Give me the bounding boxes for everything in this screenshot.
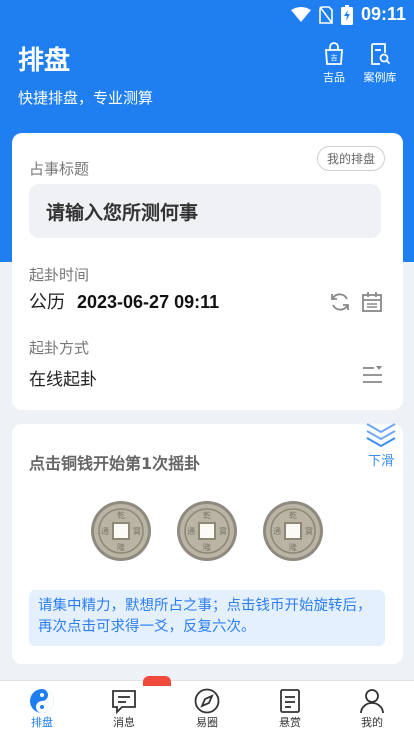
case-library-label: 案例库 xyxy=(363,71,397,84)
battery-charging-icon xyxy=(340,4,353,25)
svg-text:隆: 隆 xyxy=(117,542,125,552)
calendar-type[interactable]: 公历 xyxy=(29,288,65,314)
case-search-icon xyxy=(371,43,391,65)
shop-button[interactable]: 吉 吉品 xyxy=(314,42,354,85)
method-value[interactable]: 在线起卦 xyxy=(29,365,97,390)
message-icon xyxy=(112,690,136,714)
subject-input[interactable]: 请输入您所测何事 xyxy=(29,184,381,238)
clock: 09:11 xyxy=(360,4,406,24)
status-bar: 09:11 xyxy=(0,0,414,30)
tab-circle[interactable]: 易圈 xyxy=(177,688,237,730)
coin-2[interactable]: 乾隆通 寶 xyxy=(176,500,238,562)
svg-text:乾: 乾 xyxy=(203,510,211,520)
svg-text:乾: 乾 xyxy=(117,510,125,520)
scroll-down-label: 下滑 xyxy=(367,454,394,469)
tab-messages[interactable]: 消息 xyxy=(94,688,154,730)
method-label: 起卦方式 xyxy=(29,339,90,357)
calendar-icon[interactable] xyxy=(361,291,383,313)
tab-bounty-label: 悬赏 xyxy=(279,716,301,729)
coin-shake-card: 点击铜钱开始第1次摇卦 下滑 乾隆通寶 乾隆通寶 乾隆通寶 请集中精力，默想所占… xyxy=(12,423,403,664)
svg-text:寶: 寶 xyxy=(133,526,141,536)
shake-title: 点击铜钱开始第1次摇卦 xyxy=(29,454,201,473)
tab-paipan[interactable]: 排盘 xyxy=(12,688,72,730)
page-title: 排盘 xyxy=(18,46,71,76)
svg-text:隆: 隆 xyxy=(203,542,211,552)
tab-paipan-label: 排盘 xyxy=(31,716,53,729)
instruction-tip: 请集中精力，默想所占之事；点击钱币开始旋转后，再次点击可求得一爻，反复六次。 xyxy=(29,590,385,646)
shop-button-label: 吉品 xyxy=(323,71,345,84)
svg-text:吉: 吉 xyxy=(331,54,338,62)
tab-messages-label: 消息 xyxy=(113,716,135,729)
no-sim-icon xyxy=(319,5,333,24)
svg-text:寶: 寶 xyxy=(219,526,227,536)
svg-text:隆: 隆 xyxy=(289,542,297,552)
svg-text:通: 通 xyxy=(273,526,281,536)
svg-text:通: 通 xyxy=(101,526,109,536)
divination-form-card: 我的排盘 占事标题 请输入您所测何事 起卦时间 公历 2023-06-27 09… xyxy=(12,133,403,410)
yin-yang-icon xyxy=(30,689,54,713)
compass-icon xyxy=(194,688,220,714)
tab-bounty[interactable]: 悬赏 xyxy=(260,688,320,730)
tab-profile-label: 我的 xyxy=(361,716,383,729)
my-charts-button[interactable]: 我的排盘 xyxy=(316,146,385,171)
time-label: 起卦时间 xyxy=(29,266,90,284)
page-subtitle: 快捷排盘，专业测算 xyxy=(18,89,154,107)
tab-profile[interactable]: 我的 xyxy=(342,688,402,730)
user-icon xyxy=(360,689,384,714)
wifi-icon xyxy=(290,6,311,22)
scroll-down-hint[interactable]: 下滑 xyxy=(361,420,401,469)
svg-text:寶: 寶 xyxy=(305,526,313,536)
method-dropdown-icon[interactable] xyxy=(362,365,384,385)
refresh-icon[interactable] xyxy=(329,291,351,313)
svg-text:乾: 乾 xyxy=(289,510,297,520)
shopping-bag-icon: 吉 xyxy=(325,42,343,65)
subject-label: 占事标题 xyxy=(29,160,90,178)
bottom-tab-bar: 排盘 消息 易圈 悬赏 我的 xyxy=(0,676,414,737)
case-library-button[interactable]: 案例库 xyxy=(360,42,400,85)
svg-text:通: 通 xyxy=(187,526,195,536)
coin-1[interactable]: 乾隆通 寶 xyxy=(90,500,152,562)
datetime-value[interactable]: 2023-06-27 09:11 xyxy=(77,292,219,313)
tab-circle-label: 易圈 xyxy=(196,716,218,729)
message-badge xyxy=(143,676,171,686)
double-chevron-down-icon xyxy=(366,423,396,448)
document-icon xyxy=(280,689,300,713)
coin-3[interactable]: 乾隆通 寶 xyxy=(262,500,324,562)
